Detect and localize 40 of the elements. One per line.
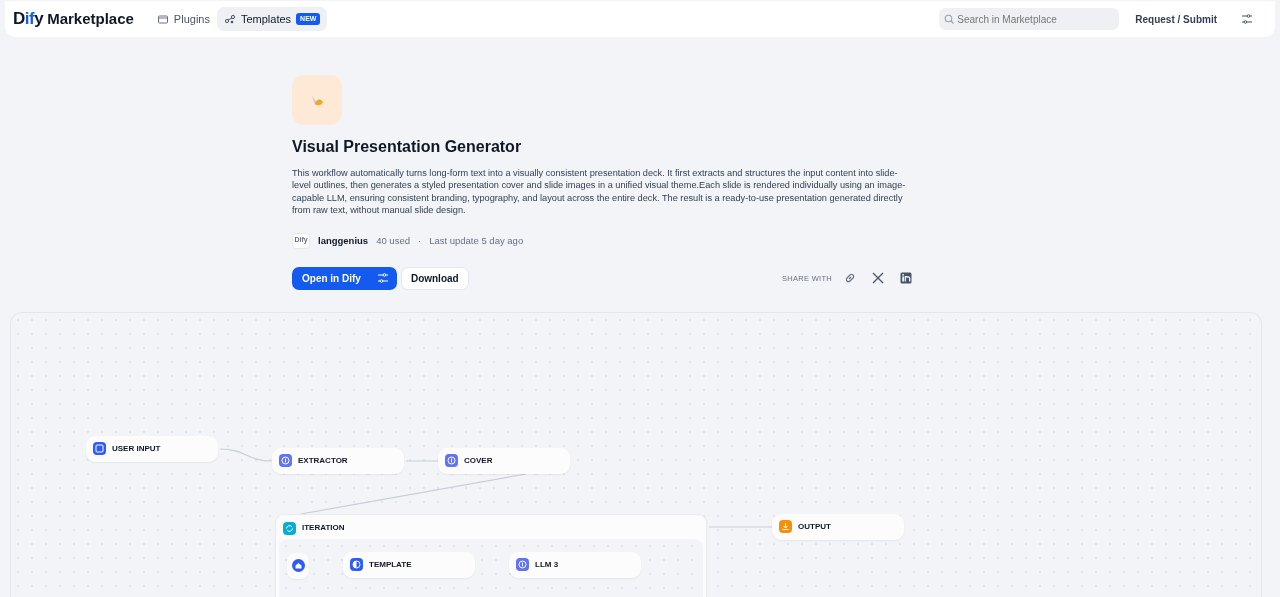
half-circle-icon xyxy=(350,558,363,572)
workflow-node[interactable]: EXTRACTOR xyxy=(272,447,404,474)
iteration-block[interactable]: ITERATION TEMPLATE LLM 3 xyxy=(275,513,707,597)
template-title: Visual Presentation Generator xyxy=(292,137,523,157)
edge-line xyxy=(219,448,273,462)
workflow-node[interactable]: LLM 3 xyxy=(509,551,641,578)
loop-icon xyxy=(283,521,296,535)
download-icon xyxy=(779,520,792,534)
search-icon xyxy=(944,14,955,24)
template-description: This workflow automatically turns long-form text into a visually consistent presentation deck. It first extracts and structures the input content into slide-level outlines, then generates a styled presentation cover and slide images in a unified visual theme.Each slide is rendered individually using an image-capable LLM, ensuring consistent branding, typography, and layout across the entire deck. The result is a ready-to-use presentation generated directly from raw text, without manual slide design. xyxy=(292,167,907,217)
nodes-icon xyxy=(223,13,236,25)
linkedin-icon[interactable] xyxy=(900,272,912,285)
node-label: LLM 3 xyxy=(535,558,559,571)
settings-icon[interactable] xyxy=(1241,13,1253,25)
last-update: Last update 5 day ago xyxy=(429,233,524,248)
logo-text[interactable]: Dify xyxy=(13,6,44,32)
x-icon[interactable] xyxy=(872,272,884,285)
request-submit-link[interactable]: Request / Submit xyxy=(1135,11,1217,27)
node-label: TEMPLATE xyxy=(369,558,412,571)
node-label: EXTRACTOR xyxy=(298,454,348,467)
search-field[interactable]: Search in Marketplace xyxy=(939,8,1120,30)
author-name: langgenius xyxy=(318,233,369,248)
node-label: USER INPUT xyxy=(112,442,161,455)
workflow-node[interactable]: USER INPUT xyxy=(86,435,218,462)
download-button[interactable]: Download xyxy=(400,266,469,290)
link-icon[interactable] xyxy=(844,272,856,285)
sliders-icon xyxy=(376,272,389,285)
node-label: ITERATION xyxy=(302,521,345,534)
brand-name: Marketplace xyxy=(47,8,134,29)
workflow-node[interactable] xyxy=(287,552,309,579)
meta-separator: · xyxy=(417,233,422,248)
box-icon xyxy=(156,13,169,25)
node-label: OUTPUT xyxy=(798,520,831,533)
usage-count: 40 used xyxy=(376,233,410,248)
workflow-node[interactable]: COVER xyxy=(438,447,570,474)
node-label: COVER xyxy=(464,454,493,467)
workflow-node[interactable]: TEMPLATE xyxy=(343,551,475,578)
nav-tab[interactable]: Plugins xyxy=(149,6,217,32)
workflow-node[interactable]: OUTPUT xyxy=(772,513,904,540)
open-in-dify-button[interactable]: Open in Dify xyxy=(292,266,397,290)
